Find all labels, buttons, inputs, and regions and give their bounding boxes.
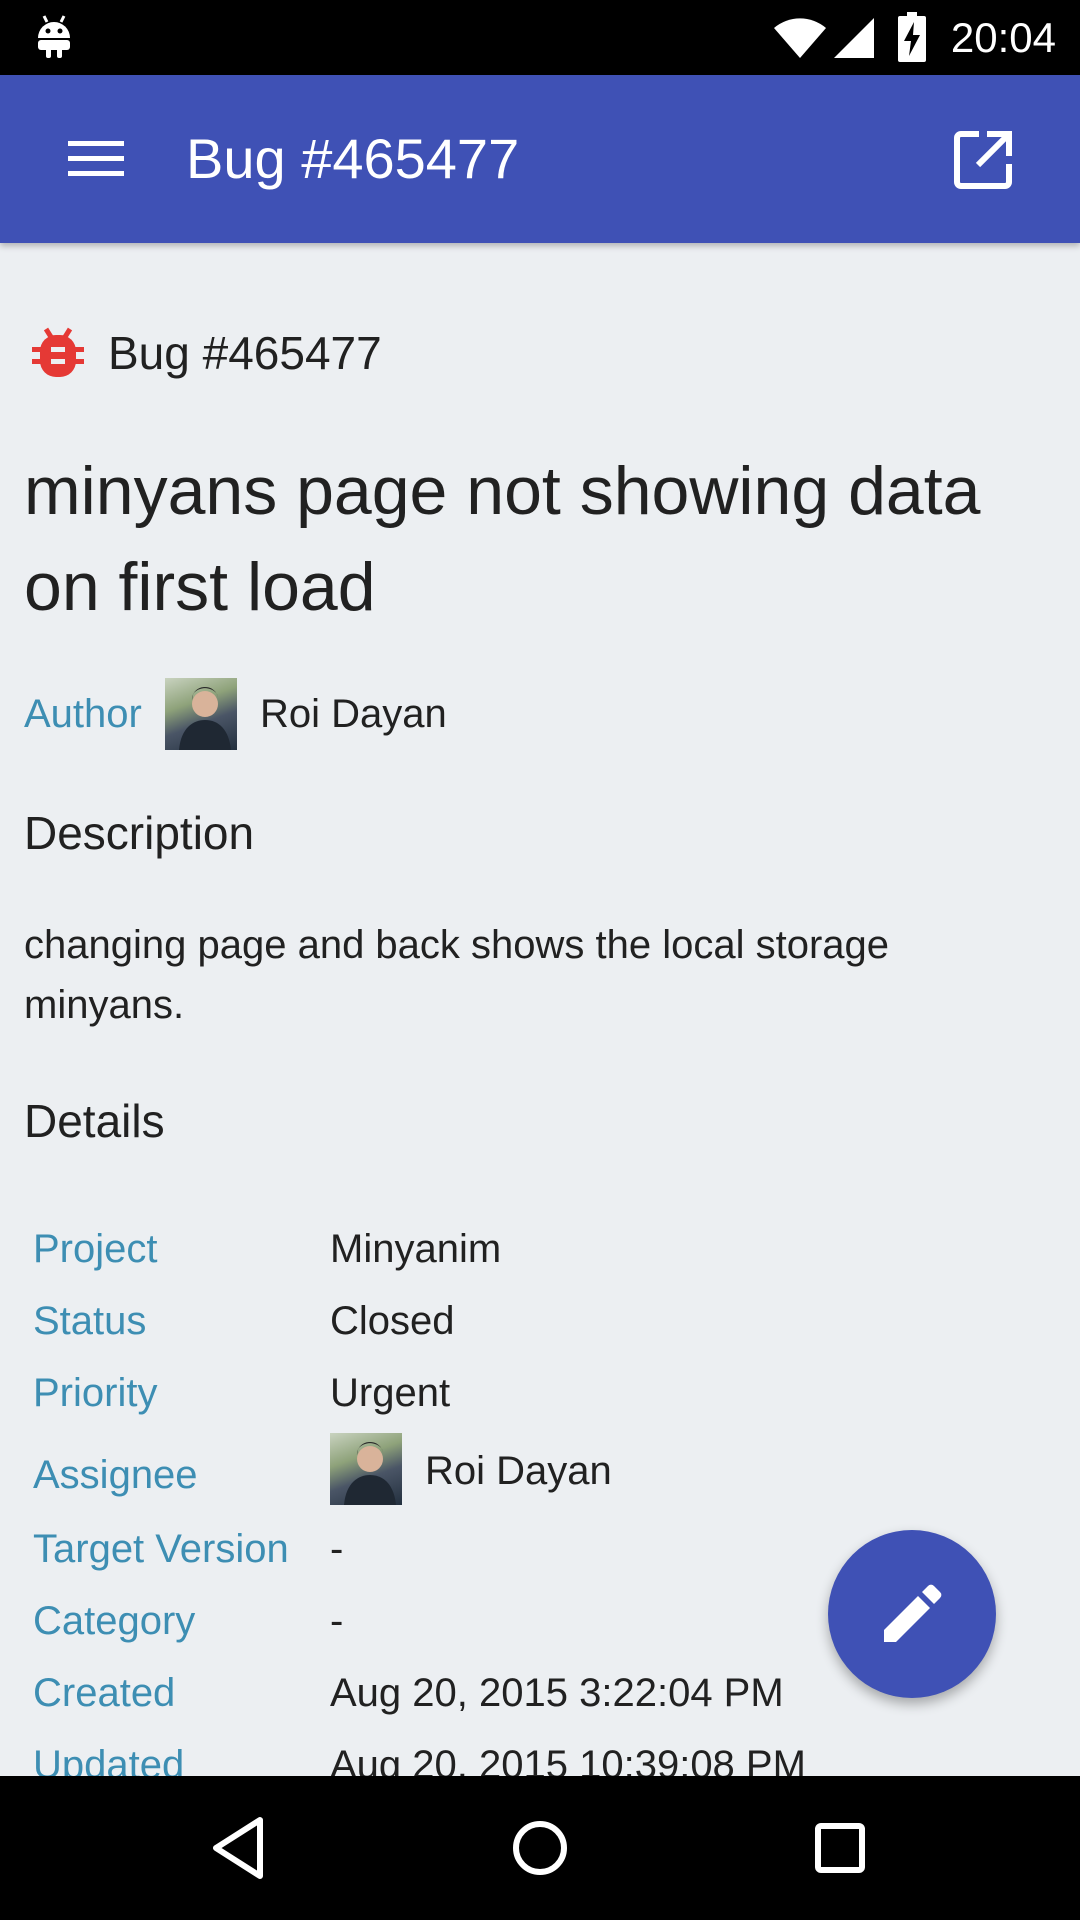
android-icon [38, 15, 70, 58]
detail-value: Closed [330, 1299, 455, 1343]
bug-icon [32, 327, 84, 377]
menu-button[interactable] [56, 127, 136, 191]
status-clock: 20:04 [950, 14, 1056, 61]
open-in-new-icon [954, 131, 1012, 189]
detail-label: Assignee [33, 1453, 198, 1497]
app-bar-title: Bug #465477 [186, 127, 520, 190]
author-avatar [165, 678, 237, 750]
recents-icon [815, 1823, 865, 1873]
issue-number: Bug #465477 [108, 327, 382, 379]
detail-label: Target Version [33, 1527, 289, 1571]
detail-row-priority: Priority Urgent [33, 1357, 1053, 1429]
detail-row-project: Project Minyanim [33, 1213, 1053, 1285]
details-heading: Details [24, 1095, 165, 1147]
issue-title: minyans page not showing data on first l… [24, 453, 981, 625]
navigation-bar [0, 1776, 1080, 1920]
detail-value: - [330, 1527, 344, 1571]
detail-label: Category [33, 1599, 196, 1643]
edit-pencil-icon [884, 1584, 942, 1642]
author-name[interactable]: Roi Dayan [260, 686, 447, 742]
detail-value: Aug 20, 2015 10:39:08 PM [330, 1743, 806, 1776]
menu-icon [68, 141, 124, 176]
status-bar: 20:04 [0, 0, 1080, 75]
detail-label: Status [33, 1299, 147, 1343]
home-button[interactable] [504, 1812, 576, 1884]
detail-row-assignee: Assignee Roi Dayan [33, 1429, 1053, 1513]
detail-value: Aug 20, 2015 3:22:04 PM [330, 1671, 784, 1715]
recents-button[interactable] [804, 1812, 876, 1884]
detail-value: Urgent [330, 1371, 451, 1415]
home-icon [513, 1821, 567, 1875]
description-heading: Description [24, 807, 255, 859]
detail-label: Created [33, 1671, 176, 1715]
signal-icon [834, 18, 874, 58]
detail-row-updated: Updated Aug 20, 2015 10:39:08 PM [33, 1729, 1053, 1776]
wifi-icon [774, 18, 826, 58]
detail-row-status: Status Closed [33, 1285, 1053, 1357]
battery-charging-icon [898, 12, 926, 62]
app-bar: Bug #465477 [0, 75, 1080, 243]
author-label: Author [24, 692, 142, 736]
assignee-name[interactable]: Roi Dayan [425, 1443, 612, 1499]
edit-fab-button[interactable] [828, 1530, 996, 1698]
detail-value: Minyanim [330, 1227, 502, 1271]
detail-value: - [330, 1599, 344, 1643]
detail-label: Project [33, 1227, 158, 1271]
back-icon [213, 1817, 263, 1879]
author-row: Author Roi Dayan [24, 678, 924, 750]
assignee-avatar [330, 1433, 402, 1505]
detail-label: Priority [33, 1371, 158, 1415]
description-text: changing page and back shows the local s… [24, 923, 890, 1027]
back-button[interactable] [204, 1812, 276, 1884]
detail-label: Updated [33, 1743, 185, 1776]
open-in-browser-button[interactable] [950, 127, 1016, 193]
